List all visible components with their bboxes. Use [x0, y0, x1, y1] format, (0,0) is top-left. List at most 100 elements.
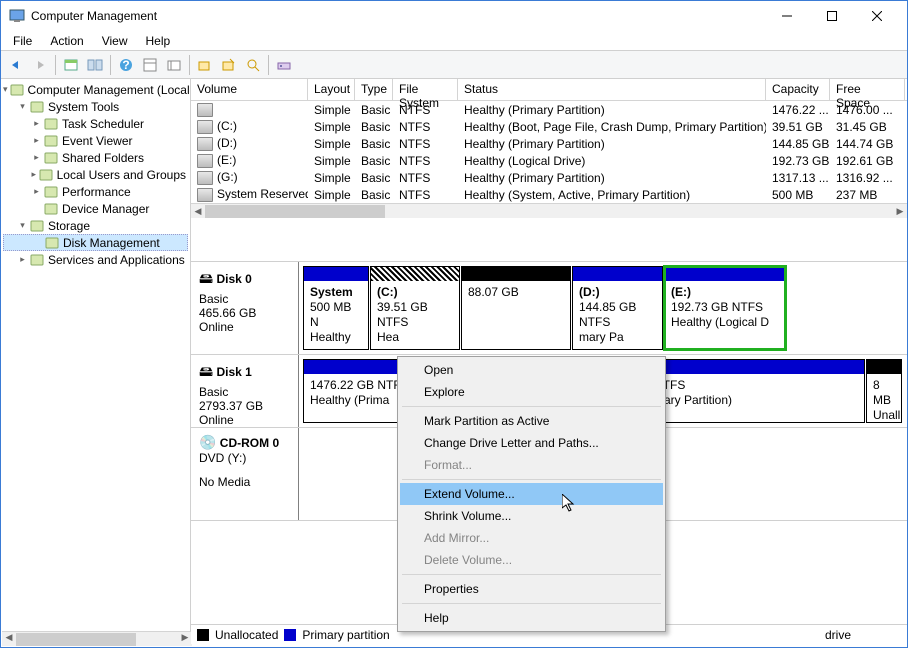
navigation-tree[interactable]: ▾Computer Management (Local▾System Tools…	[1, 79, 191, 644]
menu-item-properties[interactable]: Properties	[400, 578, 663, 600]
menu-item-add-mirror: Add Mirror...	[400, 527, 663, 549]
disk-1-info[interactable]: 🖴 Disk 1 Basic 2793.37 GB Online	[191, 355, 299, 427]
volume-icon	[197, 103, 213, 117]
partition-header	[462, 267, 570, 281]
menu-item-open[interactable]: Open	[400, 359, 663, 381]
partition-unallocated[interactable]: 88.07 GB	[461, 266, 571, 350]
partition-header	[867, 360, 901, 374]
menu-item-delete-volume: Delete Volume...	[400, 549, 663, 571]
toolbar-icon-4[interactable]	[163, 54, 185, 76]
tree-item-computer-management-local[interactable]: ▾Computer Management (Local	[3, 81, 188, 98]
tree-item-performance[interactable]: ▸Performance	[3, 183, 188, 200]
menu-bar: File Action View Help	[1, 31, 907, 51]
partition-C[interactable]: (C:)39.51 GB NTFSHea	[370, 266, 460, 350]
tree-item-device-manager[interactable]: Device Manager	[3, 200, 188, 217]
menu-item-change-drive-letter-and-paths[interactable]: Change Drive Letter and Paths...	[400, 432, 663, 454]
expand-toggle-icon[interactable]: ▾	[3, 84, 8, 95]
scroll-left-icon[interactable]: ◀	[191, 204, 205, 219]
volume-list-hscrollbar[interactable]: ◀ ▶	[191, 203, 907, 218]
col-filesystem[interactable]: File System	[393, 79, 458, 100]
partition-System[interactable]: System500 MB NHealthy	[303, 266, 369, 350]
partition-unallocated[interactable]: NTFSmary Partition)	[647, 359, 865, 423]
tree-hscrollbar[interactable]: ◀ ▶	[2, 631, 192, 646]
col-type[interactable]: Type	[355, 79, 393, 100]
volume-row[interactable]: (E:)SimpleBasicNTFSHealthy (Logical Driv…	[191, 152, 907, 169]
cdrom-info[interactable]: 💿 CD-ROM 0 DVD (Y:) No Media	[191, 428, 299, 520]
volume-row[interactable]: (C:)SimpleBasicNTFSHealthy (Boot, Page F…	[191, 118, 907, 135]
menu-separator	[402, 574, 661, 575]
expand-toggle-icon[interactable]: ▸	[17, 254, 28, 265]
col-free-space[interactable]: Free Space	[830, 79, 905, 100]
tree-item-disk-management[interactable]: Disk Management	[3, 234, 188, 251]
toolbar-icon-7[interactable]	[242, 54, 264, 76]
expand-toggle-icon[interactable]: ▸	[31, 169, 37, 180]
volume-list[interactable]: Volume Layout Type File System Status Ca…	[191, 79, 907, 262]
expand-toggle-icon[interactable]: ▸	[31, 152, 42, 163]
expand-toggle-icon[interactable]	[31, 203, 42, 214]
partition-context-menu[interactable]: OpenExplore Mark Partition as ActiveChang…	[397, 356, 666, 632]
tree-item-services-and-applications[interactable]: ▸Services and Applications	[3, 251, 188, 268]
tree-item-shared-folders[interactable]: ▸Shared Folders	[3, 149, 188, 166]
toolbar-icon-3[interactable]	[139, 54, 161, 76]
volume-row[interactable]: (G:)SimpleBasicNTFSHealthy (Primary Part…	[191, 169, 907, 186]
help-icon[interactable]: ?	[115, 54, 137, 76]
close-button[interactable]	[854, 2, 899, 30]
expand-toggle-icon[interactable]: ▸	[31, 135, 42, 146]
menu-view[interactable]: View	[94, 32, 136, 50]
menu-help[interactable]: Help	[138, 32, 179, 50]
menu-file[interactable]: File	[5, 32, 40, 50]
expand-toggle-icon[interactable]	[32, 237, 43, 248]
partition-body: (D:)144.85 GB NTFSmary Pa	[573, 281, 662, 349]
tree-item-local-users-and-groups[interactable]: ▸Local Users and Groups	[3, 166, 188, 183]
toolbar: ?	[1, 51, 907, 79]
partition-header	[371, 267, 459, 281]
toolbar-icon-2[interactable]	[84, 54, 106, 76]
legend-primary: Primary partition	[302, 628, 389, 642]
tree-item-system-tools[interactable]: ▾System Tools	[3, 98, 188, 115]
toolbar-icon-1[interactable]	[60, 54, 82, 76]
expand-toggle-icon[interactable]: ▸	[31, 118, 42, 129]
tree-item-storage[interactable]: ▾ Storage	[3, 217, 188, 234]
disk-0-info[interactable]: 🖴 Disk 0 Basic 465.66 GB Online	[191, 262, 299, 354]
partition-header	[304, 267, 368, 281]
volume-row[interactable]: (D:)SimpleBasicNTFSHealthy (Primary Part…	[191, 135, 907, 152]
back-button[interactable]	[5, 54, 27, 76]
partition-unallocated[interactable]: 8 MBUnall	[866, 359, 902, 423]
scroll-right-icon[interactable]: ▶	[893, 204, 907, 219]
expand-toggle-icon[interactable]: ▾	[17, 220, 28, 231]
partition-body: 88.07 GB	[462, 281, 570, 349]
menu-action[interactable]: Action	[42, 32, 91, 50]
cdrom-status: No Media	[199, 475, 290, 489]
forward-button[interactable]	[29, 54, 51, 76]
expand-toggle-icon[interactable]: ▸	[31, 186, 42, 197]
col-layout[interactable]: Layout	[308, 79, 355, 100]
maximize-button[interactable]	[809, 2, 854, 30]
toolbar-icon-6[interactable]	[218, 54, 240, 76]
partition-D[interactable]: (D:)144.85 GB NTFSmary Pa	[572, 266, 663, 350]
expand-toggle-icon[interactable]: ▾	[17, 101, 28, 112]
tree-item-event-viewer[interactable]: ▸Event Viewer	[3, 132, 188, 149]
menu-item-mark-partition-as-active[interactable]: Mark Partition as Active	[400, 410, 663, 432]
partition-E[interactable]: (E:)192.73 GB NTFSHealthy (Logical D	[664, 266, 786, 350]
minimize-button[interactable]	[764, 2, 809, 30]
volume-list-header[interactable]: Volume Layout Type File System Status Ca…	[191, 79, 907, 101]
tree-item-label: Storage	[48, 219, 90, 233]
menu-item-shrink-volume[interactable]: Shrink Volume...	[400, 505, 663, 527]
svg-text:?: ?	[122, 58, 129, 72]
folder-icon	[43, 150, 59, 166]
menu-item-extend-volume[interactable]: Extend Volume...	[400, 483, 663, 505]
col-capacity[interactable]: Capacity	[766, 79, 830, 100]
menu-separator	[402, 479, 661, 480]
disk-1-size: 2793.37 GB	[199, 399, 290, 413]
col-status[interactable]: Status	[458, 79, 766, 100]
volume-row[interactable]: SimpleBasicNTFSHealthy (Primary Partitio…	[191, 101, 907, 118]
menu-item-help[interactable]: Help	[400, 607, 663, 629]
toolbar-icon-8[interactable]	[273, 54, 295, 76]
toolbar-icon-5[interactable]	[194, 54, 216, 76]
scroll-thumb[interactable]	[205, 205, 385, 218]
partition-body: (E:)192.73 GB NTFSHealthy (Logical D	[665, 281, 785, 349]
col-volume[interactable]: Volume	[191, 79, 308, 100]
volume-row[interactable]: System ReservedSimpleBasicNTFSHealthy (S…	[191, 186, 907, 203]
menu-item-explore[interactable]: Explore	[400, 381, 663, 403]
tree-item-task-scheduler[interactable]: ▸Task Scheduler	[3, 115, 188, 132]
